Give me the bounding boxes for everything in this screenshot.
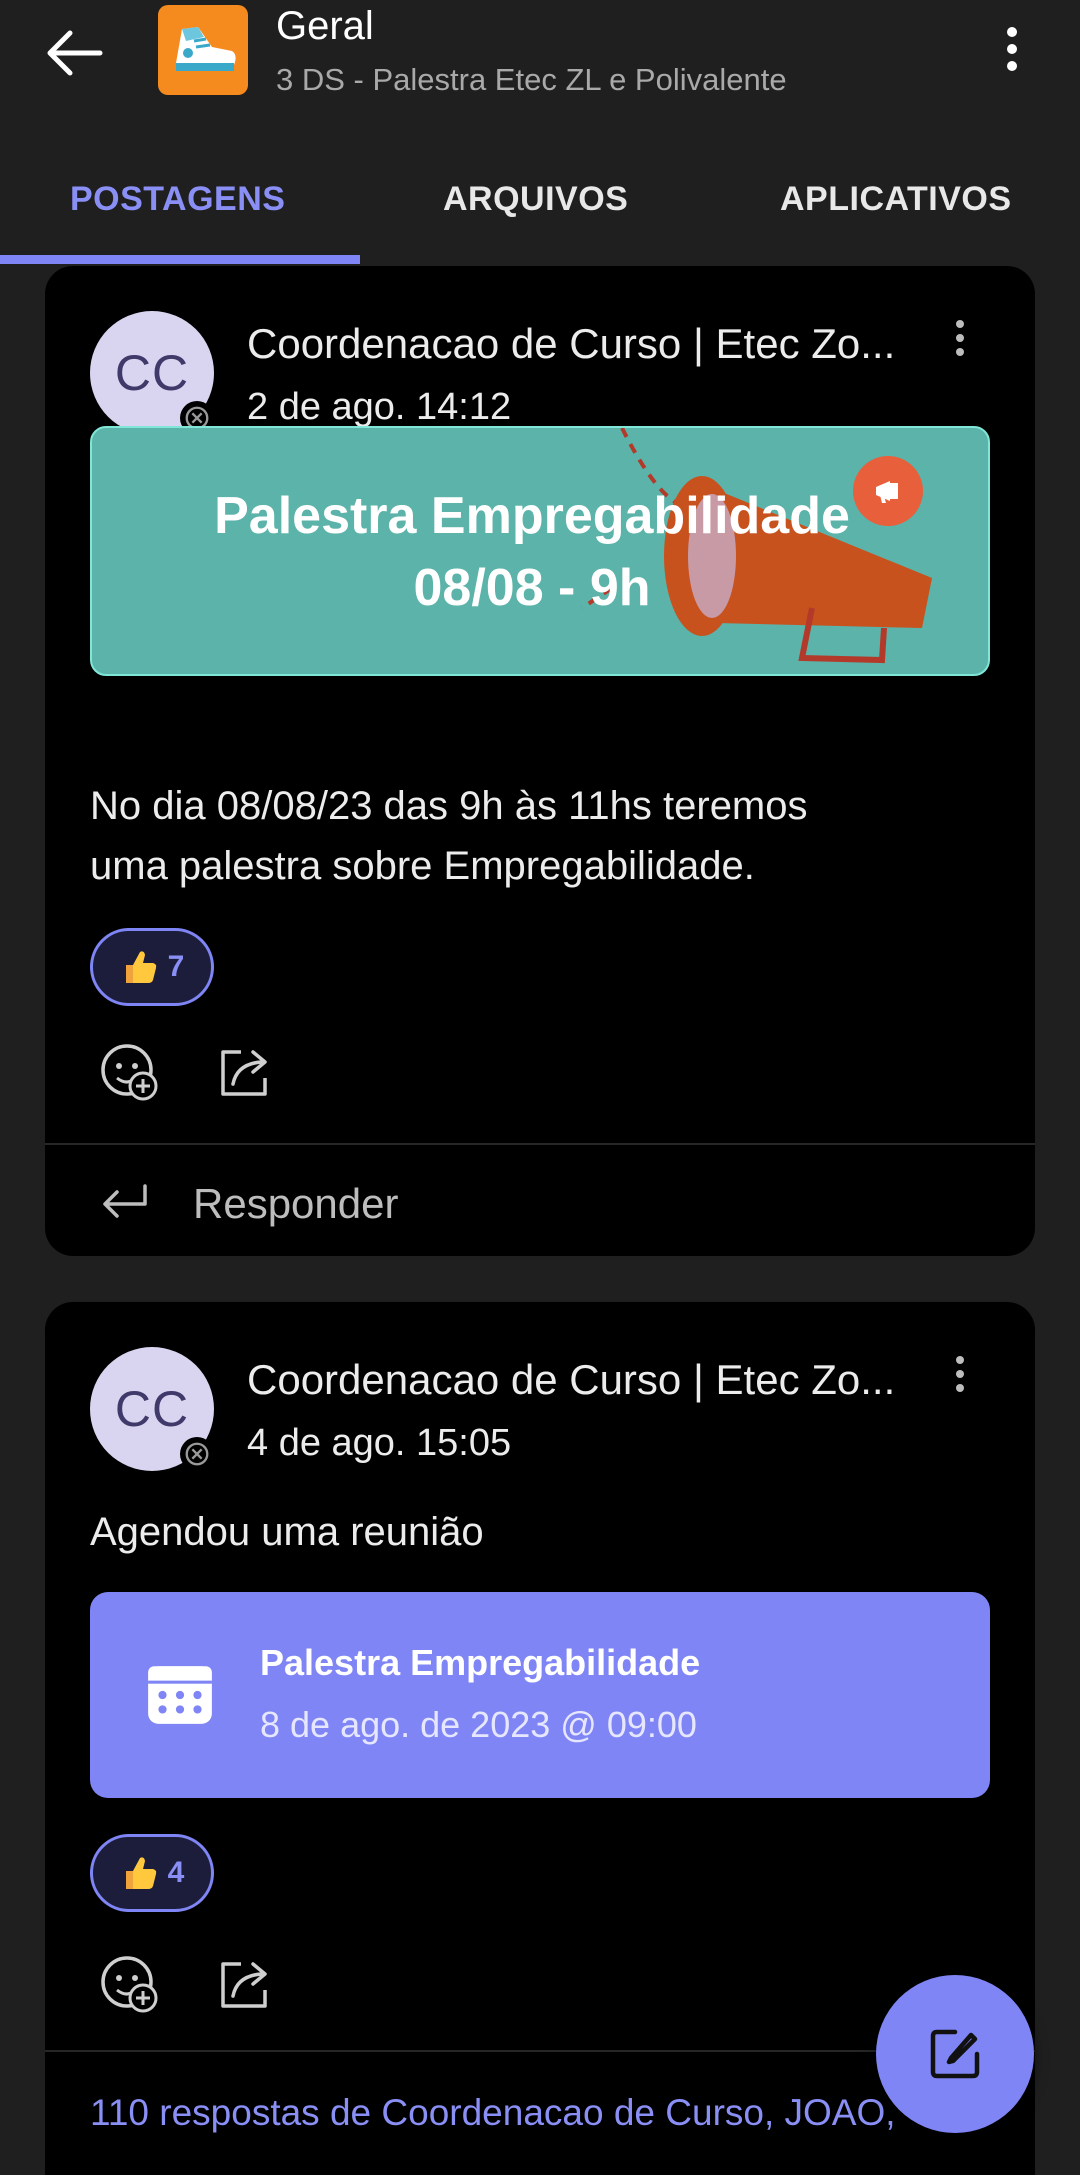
replies-link[interactable]: 110 respostas de Coordenacao de Curso, J… [90,2092,896,2134]
more-options-icon[interactable] [990,24,1034,74]
avatar-initials: CC [114,1381,190,1437]
tab-postagens[interactable]: POSTAGENS [70,180,285,219]
thumbs-up-icon [125,1857,156,1889]
post-body-line-1: No dia 08/08/23 das 9h às 11hs teremos [90,784,808,828]
banner-line-2: 08/08 - 9h [413,559,651,617]
post-body: No dia 08/08/23 das 9h às 11hs teremos u… [90,776,808,896]
megaphone-icon [853,456,923,526]
reaction-like[interactable]: 7 [90,928,214,1006]
post-body-line-2: uma palestra sobre Empregabilidade. [90,844,755,888]
banner-title: Palestra Empregabilidade 08/08 - 9h [92,480,972,624]
add-reaction-icon[interactable] [97,1040,163,1106]
post-body: Agendou uma reunião [90,1510,484,1554]
reply-button[interactable]: Responder [45,1146,1035,1256]
thumbs-up-icon [125,951,156,983]
reaction-count: 4 [167,1856,185,1889]
share-icon[interactable] [211,1952,277,2018]
share-icon[interactable] [211,1040,277,1106]
team-name: 3 DS - Palestra Etec ZL e Polivalente [276,62,787,97]
post-author[interactable]: Coordenacao de Curso | Etec Zo... [247,320,895,368]
tab-bar: POSTAGENS ARQUIVOS APLICATIVOS [0,160,1080,264]
reaction-count: 7 [167,950,185,983]
post-card: CC Coordenacao de Curso | Etec Zo... 2 d… [45,266,1035,1256]
reply-arrow-icon [103,1184,147,1218]
team-sneaker-icon[interactable] [158,5,248,95]
presence-offline-icon [180,1437,214,1471]
post-timestamp: 2 de ago. 14:12 [247,386,512,428]
tab-arquivos[interactable]: ARQUIVOS [443,180,628,219]
calendar-icon [148,1666,212,1724]
banner-line-1: Palestra Empregabilidade [214,487,850,545]
reply-label: Responder [193,1180,399,1227]
new-post-button[interactable] [876,1975,1034,2133]
meeting-title: Palestra Empregabilidade [260,1642,701,1683]
divider [45,1143,1035,1145]
reaction-like[interactable]: 4 [90,1834,214,1912]
post-timestamp: 4 de ago. 15:05 [247,1422,512,1464]
compose-icon [930,2029,980,2079]
tab-aplicativos[interactable]: APLICATIVOS [780,180,1012,219]
back-arrow-icon[interactable] [40,18,120,88]
app-bar: Geral 3 DS - Palestra Etec ZL e Polivale… [0,0,1080,264]
add-reaction-icon[interactable] [97,1952,163,2018]
channel-title: Geral [276,4,374,48]
meeting-date: 8 de ago. de 2023 @ 09:00 [260,1704,697,1745]
active-tab-indicator [0,255,360,264]
meeting-card[interactable]: Palestra Empregabilidade 8 de ago. de 20… [90,1592,990,1798]
post-more-options-icon[interactable] [945,316,975,366]
announcement-banner: Palestra Empregabilidade 08/08 - 9h [90,426,990,676]
post-more-options-icon[interactable] [945,1352,975,1402]
avatar-initials: CC [114,345,190,401]
post-author[interactable]: Coordenacao de Curso | Etec Zo... [247,1356,895,1404]
